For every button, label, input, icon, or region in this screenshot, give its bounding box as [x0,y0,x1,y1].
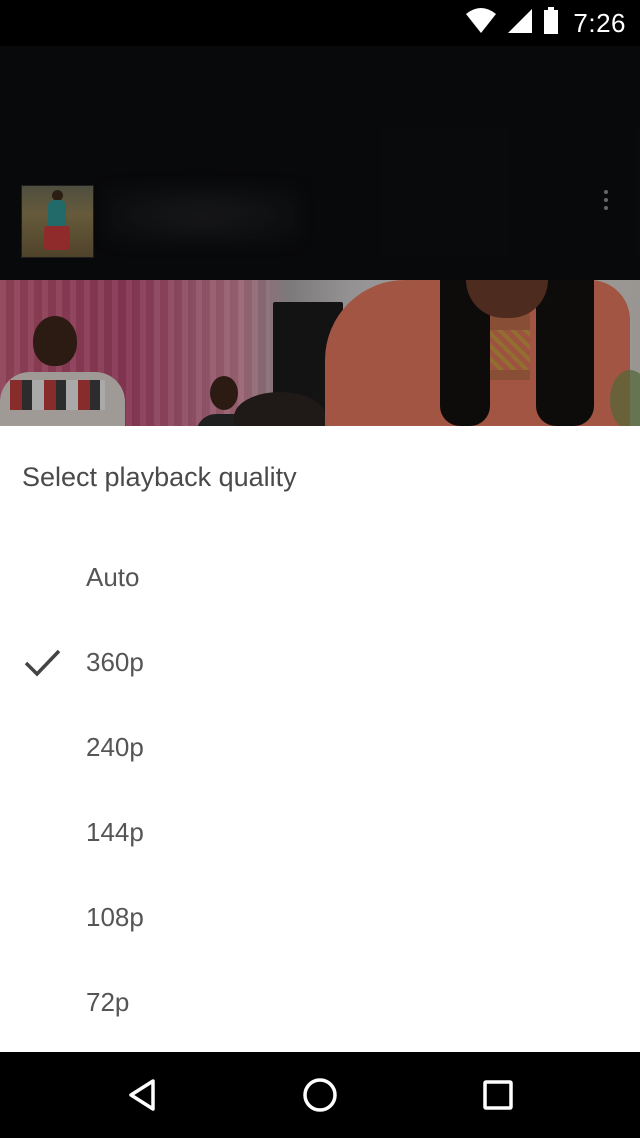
video-info-header [0,46,640,280]
quality-option-144p[interactable]: 144p [0,790,640,875]
wifi-icon [465,7,497,39]
quality-option-label: 72p [86,987,130,1017]
video-scene-person-head [210,376,238,410]
check-icon [23,647,63,679]
quality-option-72p[interactable]: 72p [0,960,640,1045]
video-scene-embroidery [486,330,530,370]
status-time: 7:26 [573,7,626,38]
quality-option-label: 360p [86,647,144,677]
video-player[interactable] [0,46,640,426]
blurred-video-title [105,186,300,244]
video-scene-tree [610,370,640,426]
quality-option-360p[interactable]: 360p [0,620,640,705]
channel-thumbnail[interactable] [21,185,94,258]
quality-option-label: Auto [86,562,140,592]
back-icon[interactable] [112,1070,172,1120]
recents-icon[interactable] [468,1070,528,1120]
thumbnail-figure-legs [44,226,70,250]
quality-option-label: 108p [86,902,144,932]
playback-quality-sheet: Select playback quality Auto 360p 240p 1… [0,426,640,1052]
navigation-bar [0,1052,640,1138]
more-vert-icon[interactable] [594,184,618,216]
sheet-title: Select playback quality [22,462,297,492]
more-dot [604,190,608,194]
video-scene-hair [536,280,594,426]
video-scene-person-head [33,316,77,366]
quality-option-label: 240p [86,732,144,762]
status-bar: 7:26 [0,0,640,46]
quality-option-240p[interactable]: 240p [0,705,640,790]
video-scene-shirt-pattern [10,380,105,410]
battery-icon [543,6,559,40]
more-dot [604,198,608,202]
status-icons: 7:26 [465,6,626,40]
video-frame[interactable] [0,280,640,426]
quality-option-108p[interactable]: 108p [0,875,640,960]
quality-option-auto[interactable]: Auto [0,535,640,620]
cellular-signal-icon [507,8,533,39]
home-icon[interactable] [290,1070,350,1120]
more-dot [604,206,608,210]
quality-option-label: 144p [86,817,144,847]
